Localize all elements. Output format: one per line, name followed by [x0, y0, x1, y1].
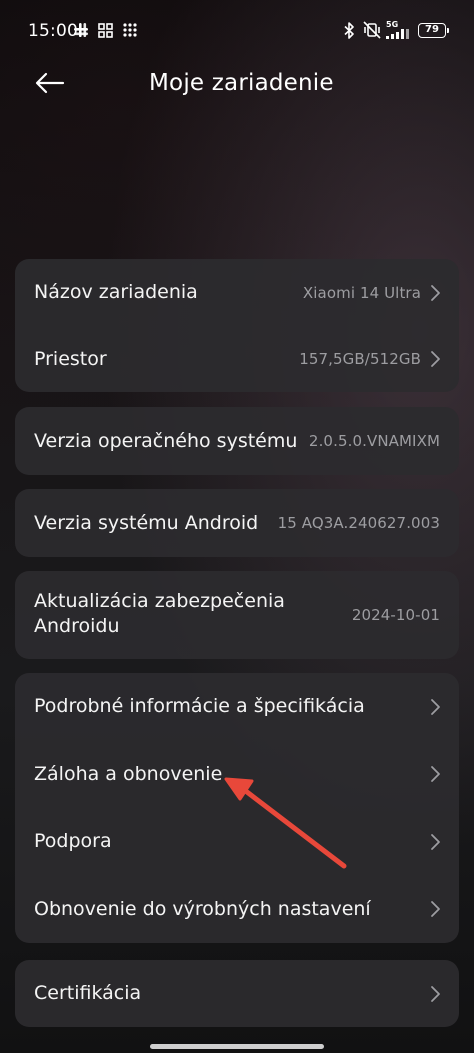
factory-reset-row[interactable]: Obnovenie do výrobných nastavení	[15, 875, 459, 943]
chevron-right-icon	[431, 284, 440, 301]
chevron-right-icon	[431, 901, 440, 917]
signal-icon: 5G	[386, 21, 414, 39]
chevron-right-icon	[431, 985, 440, 1002]
arrow-left-icon	[35, 72, 65, 94]
more-options-card: Podrobné informácie a špecifikácia Záloh…	[15, 673, 459, 943]
details-specs-label: Podrobné informácie a špecifikácia	[34, 695, 365, 717]
factory-reset-label: Obnovenie do výrobných nastavení	[34, 897, 371, 920]
chevron-right-icon	[431, 351, 440, 367]
storage-label: Priestor	[34, 347, 107, 370]
security-patch-label-line1: Aktualizácia zabezpečenia	[34, 590, 285, 612]
home-indicator[interactable]	[150, 1044, 324, 1049]
chevron-right-icon	[431, 698, 440, 715]
storage-value: 157,5GB/512GB	[299, 350, 421, 368]
security-patch-value: 2024-10-01	[351, 606, 440, 624]
bluetooth-icon	[342, 21, 356, 39]
os-version-card: Verzia operačného systému 2.0.5.0.VNAMIX…	[15, 407, 459, 475]
back-button[interactable]	[30, 66, 70, 100]
security-patch-label: Aktualizácia zabezpečenia Androidu	[34, 589, 285, 639]
os-version-row[interactable]: Verzia operačného systému 2.0.5.0.VNAMIX…	[15, 407, 459, 475]
device-name-value: Xiaomi 14 Ultra	[302, 283, 421, 302]
backup-restore-label: Záloha a obnovenie	[34, 762, 223, 785]
security-patch-row[interactable]: Aktualizácia zabezpečenia Androidu 2024-…	[15, 571, 459, 659]
network-type: 5G	[386, 20, 399, 29]
os-version-label: Verzia operačného systému	[34, 429, 298, 452]
dots-icon	[121, 21, 139, 39]
device-info-card: Názov zariadenia Xiaomi 14 Ultra Priesto…	[15, 259, 459, 392]
page-title: Moje zariadenie	[149, 70, 334, 96]
grid-icon	[96, 21, 114, 39]
details-specs-row[interactable]: Podrobné informácie a špecifikácia	[15, 673, 459, 740]
certification-label: Certifikácia	[34, 982, 142, 1004]
chevron-right-icon	[431, 766, 440, 782]
android-version-value: 15 AQ3A.240627.003	[277, 514, 440, 532]
chevron-right-icon	[431, 833, 440, 850]
battery-indicator: 79	[418, 23, 449, 38]
os-version-value: 2.0.5.0.VNAMIXM	[308, 432, 440, 450]
status-time: 15:00	[28, 21, 78, 41]
certification-card: Certifikácia	[15, 960, 459, 1027]
android-version-card: Verzia systému Android 15 AQ3A.240627.00…	[15, 489, 459, 557]
android-version-label: Verzia systému Android	[34, 511, 259, 534]
device-name-row[interactable]: Názov zariadenia Xiaomi 14 Ultra	[15, 259, 459, 326]
android-version-row[interactable]: Verzia systému Android 15 AQ3A.240627.00…	[15, 489, 459, 557]
support-label: Podpora	[34, 830, 112, 852]
backup-restore-row[interactable]: Záloha a obnovenie	[15, 740, 459, 808]
security-patch-card: Aktualizácia zabezpečenia Androidu 2024-…	[15, 571, 459, 659]
certification-row[interactable]: Certifikácia	[15, 960, 459, 1027]
support-row[interactable]: Podpora	[15, 808, 459, 875]
security-patch-label-line2: Androidu	[34, 615, 120, 637]
device-name-label: Názov zariadenia	[34, 281, 198, 303]
storage-row[interactable]: Priestor 157,5GB/512GB	[15, 326, 459, 392]
slack-icon	[72, 21, 90, 39]
status-bar: 15:00 5G 79	[0, 0, 474, 62]
vibrate-off-icon	[362, 21, 382, 39]
